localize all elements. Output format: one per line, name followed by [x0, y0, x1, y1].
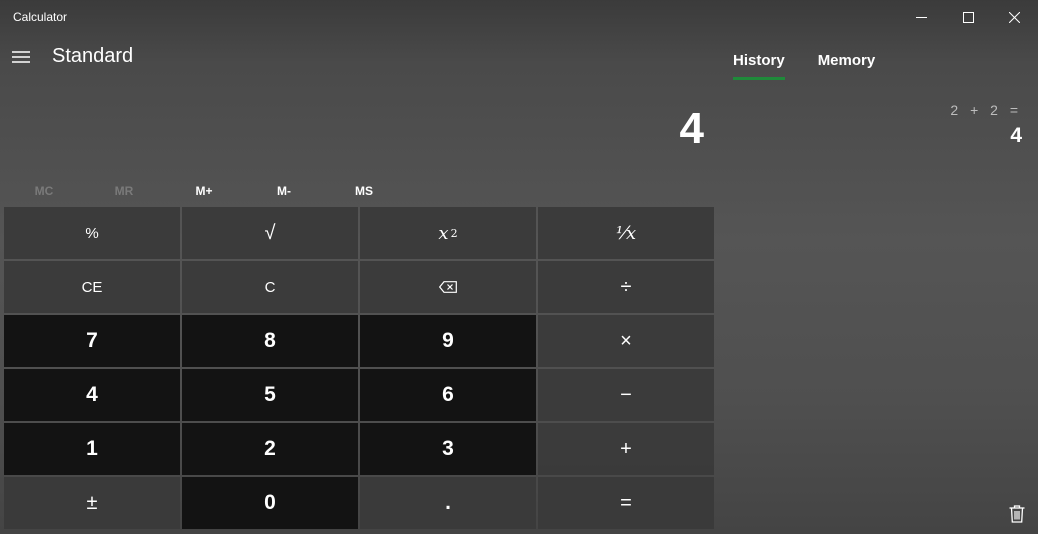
digit-8-button[interactable]: 8: [182, 315, 358, 367]
digit-1-button[interactable]: 1: [4, 423, 180, 475]
navigation-menu-button[interactable]: [8, 44, 34, 70]
hamburger-icon: [12, 51, 30, 63]
percent-button[interactable]: %: [4, 207, 180, 259]
minimize-icon: [915, 16, 927, 18]
minus-button[interactable]: −: [538, 369, 714, 421]
history-item[interactable]: 2 + 2 = 4: [950, 102, 1022, 148]
digit-0-button[interactable]: 0: [182, 477, 358, 529]
decimal-button[interactable]: .: [360, 477, 536, 529]
negate-button[interactable]: ±: [4, 477, 180, 529]
title-bar: Calculator: [0, 0, 1038, 34]
backspace-icon: [439, 281, 457, 293]
side-panel-tabs: History Memory: [733, 52, 908, 80]
digit-2-button[interactable]: 2: [182, 423, 358, 475]
history-result: 4: [1010, 124, 1022, 147]
keypad: % √ x2 ⅟x CE C ÷ 7 8 9 × 4 5 6 − 1 2 3 +…: [4, 207, 714, 530]
minimize-button[interactable]: [897, 0, 945, 34]
reciprocal-button[interactable]: ⅟x: [538, 207, 714, 259]
app-title: Calculator: [13, 10, 68, 24]
tab-history[interactable]: History: [733, 52, 785, 80]
close-button[interactable]: [990, 0, 1038, 34]
clear-entry-button[interactable]: CE: [4, 261, 180, 313]
memory-row: MC MR M+ M- MS: [4, 178, 714, 204]
digit-4-button[interactable]: 4: [4, 369, 180, 421]
trash-icon: [1009, 505, 1025, 523]
memory-subtract-button[interactable]: M-: [244, 178, 324, 204]
clear-history-button[interactable]: [1005, 502, 1029, 526]
digit-9-button[interactable]: 9: [360, 315, 536, 367]
digit-7-button[interactable]: 7: [4, 315, 180, 367]
square-button[interactable]: x2: [360, 207, 536, 259]
memory-recall-button[interactable]: MR: [84, 178, 164, 204]
digit-3-button[interactable]: 3: [360, 423, 536, 475]
memory-store-button[interactable]: MS: [324, 178, 404, 204]
digit-5-button[interactable]: 5: [182, 369, 358, 421]
clear-button[interactable]: C: [182, 261, 358, 313]
mode-title: Standard: [52, 45, 134, 67]
close-icon: [1008, 11, 1020, 23]
memory-add-button[interactable]: M+: [164, 178, 244, 204]
digit-6-button[interactable]: 6: [360, 369, 536, 421]
equals-button[interactable]: =: [538, 477, 714, 529]
maximize-button[interactable]: [944, 0, 992, 34]
square-exponent-label: 2: [450, 226, 458, 240]
maximize-icon: [962, 11, 974, 23]
plus-button[interactable]: +: [538, 423, 714, 475]
backspace-button[interactable]: [360, 261, 536, 313]
history-expression: 2 + 2 =: [950, 102, 1022, 118]
divide-button[interactable]: ÷: [538, 261, 714, 313]
square-root-button[interactable]: √: [182, 207, 358, 259]
memory-clear-button[interactable]: MC: [4, 178, 84, 204]
tab-memory[interactable]: Memory: [818, 52, 876, 80]
result-display: 4: [679, 104, 704, 153]
square-base-label: x: [438, 222, 449, 244]
multiply-button[interactable]: ×: [538, 315, 714, 367]
